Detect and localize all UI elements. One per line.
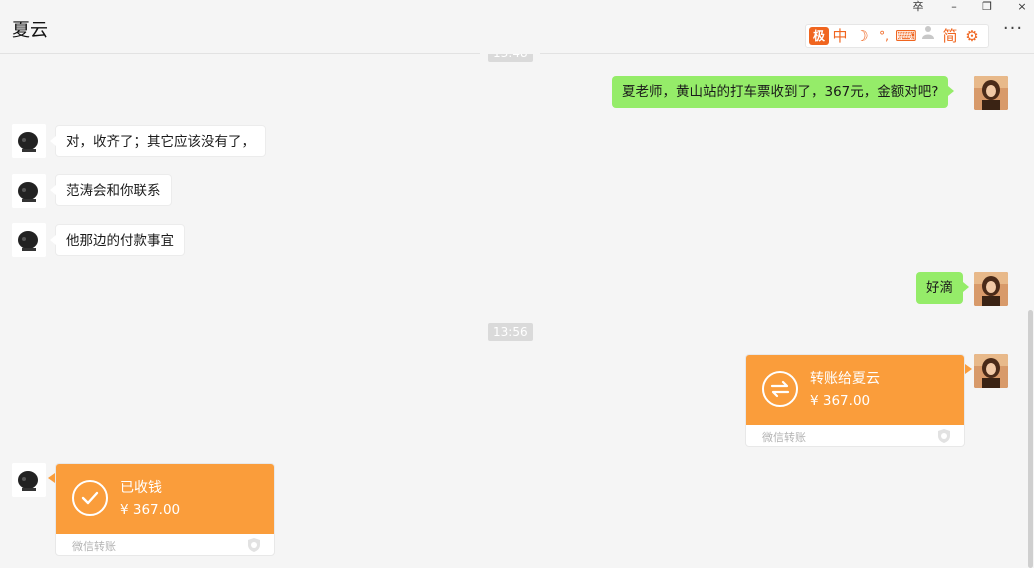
transfer-card-body: 已收钱 ¥ 367.00 微信转账: [55, 463, 275, 556]
avatar-other[interactable]: [12, 174, 46, 208]
avatar-other[interactable]: [12, 223, 46, 257]
ime-toolbar: 极 中 ☽ °, ⌨ 简 ⚙: [805, 24, 989, 48]
more-options-button[interactable]: ···: [1000, 20, 1026, 40]
shield-icon: [248, 538, 260, 552]
moon-icon[interactable]: ☽: [851, 25, 873, 47]
avatar-self[interactable]: [974, 76, 1008, 110]
timestamp-mid: 13:56: [488, 323, 533, 341]
avatar-other-image: [12, 124, 46, 158]
transfer-title: 转账给夏云: [810, 371, 880, 387]
avatar-other[interactable]: [12, 463, 46, 497]
transfer-card-top: 已收钱 ¥ 367.00: [56, 464, 274, 534]
message-bubble-other[interactable]: 对，收齐了；其它应该没有了，: [50, 125, 266, 157]
transfer-amount: ¥ 367.00: [120, 502, 181, 518]
user-glyph: [922, 26, 934, 39]
avatar-self[interactable]: [974, 354, 1008, 388]
punctuation-icon[interactable]: °,: [873, 25, 895, 47]
avatar-self[interactable]: [974, 272, 1008, 306]
scrollbar-thumb[interactable]: [1028, 310, 1033, 568]
transfer-card-top: 转账给夏云 ¥ 367.00: [746, 355, 964, 425]
message-bubble-self[interactable]: 夏老师，黄山站的打车票收到了，367元，金额对吧?: [612, 76, 955, 108]
avatar-other-image: [12, 174, 46, 208]
checkmark-icon: [72, 480, 108, 516]
gear-icon[interactable]: ⚙: [961, 25, 983, 47]
restore-button[interactable]: ❐: [975, 0, 999, 14]
avatar-self-image: [974, 272, 1008, 306]
chinese-mode-icon[interactable]: 中: [829, 25, 851, 47]
simplified-icon[interactable]: 简: [939, 25, 961, 47]
message-bubble-other[interactable]: 他那边的付款事宜: [50, 224, 185, 256]
checkmark-glyph: [81, 491, 99, 505]
transfer-card-body: 转账给夏云 ¥ 367.00 微信转账: [745, 354, 965, 447]
message-bubble-other[interactable]: 范涛会和你联系: [50, 174, 172, 206]
transfer-card-footer: 微信转账: [746, 425, 964, 446]
shield-icon: [938, 429, 950, 443]
transfer-arrows-glyph: [770, 380, 790, 398]
transfer-sent-card[interactable]: 转账给夏云 ¥ 367.00 微信转账: [745, 354, 972, 447]
transfer-footer-label: 微信转账: [72, 540, 116, 553]
transfer-title: 已收钱: [120, 480, 162, 496]
avatar-self-image: [974, 354, 1008, 388]
transfer-footer-label: 微信转账: [762, 431, 806, 444]
transfer-received-card[interactable]: 已收钱 ¥ 367.00 微信转账: [48, 463, 275, 556]
avatar-self-image: [974, 76, 1008, 110]
clip-cover: [480, 40, 540, 54]
avatar-other-image: [12, 223, 46, 257]
avatar-other[interactable]: [12, 124, 46, 158]
close-button[interactable]: ×: [1010, 0, 1034, 14]
transfer-card-footer: 微信转账: [56, 534, 274, 555]
pin-button[interactable]: 卒: [906, 0, 930, 14]
user-icon[interactable]: [917, 25, 939, 47]
minimize-button[interactable]: –: [942, 0, 966, 14]
ime-logo-icon[interactable]: 极: [809, 27, 829, 45]
avatar-other-image: [12, 463, 46, 497]
keyboard-icon[interactable]: ⌨: [895, 25, 917, 47]
message-bubble-self[interactable]: 好滴: [916, 272, 969, 304]
chat-title: 夏云: [12, 20, 48, 41]
transfer-arrows-icon: [762, 371, 798, 407]
transfer-amount: ¥ 367.00: [810, 393, 871, 409]
